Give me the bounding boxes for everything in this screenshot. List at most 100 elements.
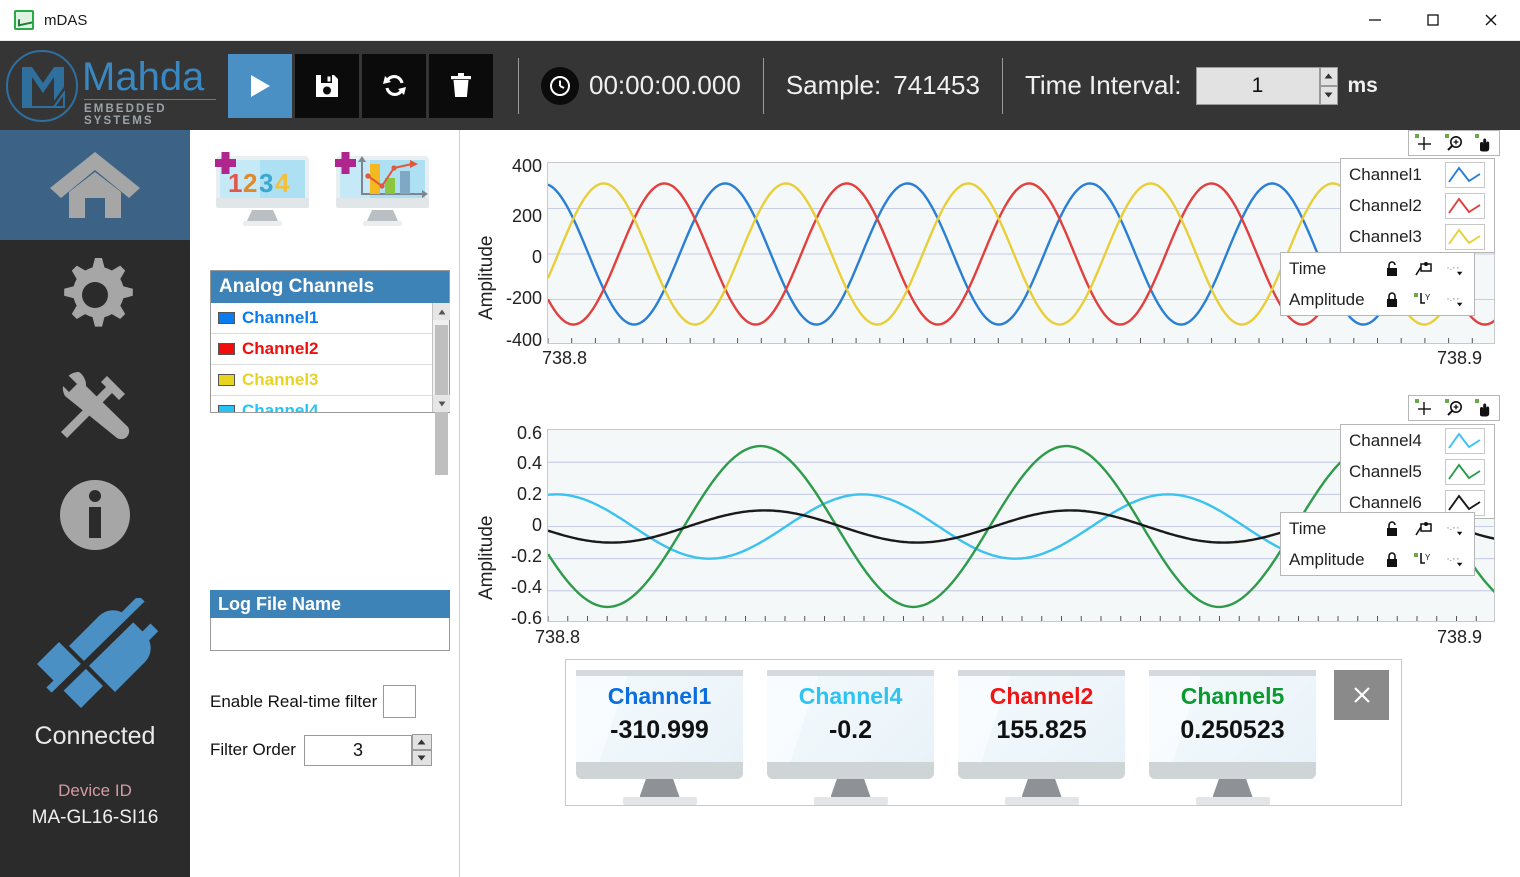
chart-top-legend[interactable]: Channel1 Channel2 Channel3 — [1340, 158, 1495, 253]
logo-m-icon — [22, 67, 65, 108]
svg-text:2: 2 — [243, 168, 257, 198]
legend-swatch — [1445, 161, 1485, 188]
add-numeric-display-button[interactable]: 1 2 3 4 — [210, 150, 315, 228]
unlock-icon[interactable] — [1383, 259, 1402, 279]
legend-row[interactable]: Channel4 — [1341, 425, 1494, 456]
play-button[interactable] — [228, 53, 292, 118]
pan-hand-icon[interactable] — [1473, 398, 1495, 418]
svg-text:Y: Y — [1425, 293, 1431, 302]
axis-row-amplitude[interactable]: Amplitude Y ٠.٠٠ — [1281, 284, 1474, 315]
info-icon — [60, 480, 130, 550]
channels-scroll-down-button[interactable] — [433, 395, 450, 412]
channel-color-swatch — [218, 312, 235, 324]
value-monitor-value: -310.999 — [610, 716, 709, 744]
value-monitor-foot — [813, 797, 888, 805]
refresh-button[interactable] — [362, 53, 426, 118]
value-monitor[interactable]: Channel5 0.250523 — [1149, 670, 1316, 805]
legend-row[interactable]: Channel1 — [1341, 159, 1494, 190]
filter-order-decrement-button[interactable] — [411, 750, 432, 766]
legend-row[interactable]: Channel3 — [1341, 221, 1494, 252]
time-interval-unit: ms — [1347, 73, 1378, 97]
time-interval-stepper[interactable]: 1 — [1195, 66, 1338, 105]
filter-order-spin-buttons — [411, 734, 432, 766]
channel-color-swatch — [218, 374, 235, 386]
delete-button[interactable] — [429, 53, 493, 118]
save-button[interactable] — [295, 53, 359, 118]
title-bar: mDAS — [0, 0, 1520, 41]
axis-label-amplitude: Amplitude — [1289, 289, 1365, 309]
chart-bottom-ytick-2: 0.2 — [516, 484, 542, 504]
crosshair-cursor-icon[interactable] — [1413, 133, 1435, 153]
sidebar-item-home[interactable] — [0, 130, 190, 240]
axis-label-time: Time — [1289, 258, 1327, 278]
value-monitor-value: -0.2 — [828, 716, 873, 744]
legend-swatch — [1445, 223, 1485, 250]
chart-bottom-legend[interactable]: Channel4 Channel5 Channel6 — [1340, 424, 1495, 519]
value-monitor[interactable]: Channel2 155.825 — [958, 670, 1125, 805]
sample-label: Sample: — [785, 70, 882, 100]
sidebar-item-settings[interactable] — [0, 240, 190, 350]
channels-scrollbar[interactable] — [432, 303, 450, 475]
log-file-header: Log File Name — [210, 590, 450, 618]
chart-bottom-xtick-left: 738.8 — [535, 627, 581, 647]
precision-icon[interactable]: ٠.٠٠ — [1446, 259, 1466, 279]
channel-list-item[interactable]: Channel3 — [211, 365, 432, 396]
chart-bottom-ytick-4: -0.2 — [510, 546, 542, 566]
value-monitor-screen: Channel1 -310.999 — [576, 670, 743, 762]
lock-icon[interactable] — [1383, 550, 1402, 570]
autoscale-icon[interactable] — [1414, 519, 1434, 539]
axis-row-amplitude[interactable]: Amplitude Y ٠.٠٠ — [1281, 544, 1474, 575]
channel-list-item[interactable]: Channel2 — [211, 334, 432, 365]
enable-realtime-filter-checkbox[interactable] — [383, 685, 417, 718]
toolbar-divider — [518, 57, 519, 114]
zoom-magnifier-icon[interactable] — [1443, 133, 1465, 153]
axis-label-amplitude: Amplitude — [1289, 549, 1365, 569]
autoscale-y-icon[interactable]: Y — [1414, 290, 1434, 310]
chevron-down-icon — [438, 401, 445, 406]
precision-icon[interactable]: ٠.٠٠ — [1446, 519, 1466, 539]
chevron-down-icon — [1324, 92, 1333, 98]
axis-row-time[interactable]: Time ٠.٠٠ — [1281, 253, 1474, 284]
filter-order-increment-button[interactable] — [411, 734, 432, 750]
time-interval-input[interactable]: 1 — [1195, 66, 1320, 105]
minimize-button[interactable] — [1346, 0, 1404, 41]
pan-hand-icon[interactable] — [1473, 133, 1495, 153]
value-monitor-bar: Channel1 -310.999 Channel4 -0.2 Channel2 155.… — [565, 659, 1402, 806]
legend-label: Channel2 — [1349, 195, 1422, 215]
value-monitor[interactable]: Channel1 -310.999 — [576, 670, 743, 805]
chart-top: Amplitude 400 200 0 -200 -400 738.8 738.… — [460, 130, 1520, 380]
close-value-monitors-button[interactable] — [1334, 670, 1389, 720]
legend-row[interactable]: Channel2 — [1341, 190, 1494, 221]
value-monitor[interactable]: Channel4 -0.2 — [767, 670, 934, 805]
add-chart-display-button[interactable] — [330, 150, 435, 228]
chart-bottom-ytick-3: 0 — [531, 515, 542, 535]
crosshair-cursor-icon[interactable] — [1413, 398, 1435, 418]
log-file-input[interactable] — [210, 618, 450, 651]
value-monitor-neck — [830, 779, 871, 797]
chart-top-axis-panel[interactable]: Time ٠.٠٠ Amplitude Y ٠.٠٠ — [1280, 252, 1475, 316]
chart-bottom-axis-panel[interactable]: Time ٠.٠٠ Amplitude Y ٠.٠٠ — [1280, 512, 1475, 576]
unlock-icon[interactable] — [1383, 519, 1402, 539]
channels-scroll-up-button[interactable] — [433, 303, 450, 320]
filter-order-input[interactable]: 3 — [303, 734, 412, 766]
legend-label: Channel1 — [1349, 164, 1422, 184]
autoscale-y-icon[interactable]: Y — [1414, 550, 1434, 570]
lock-icon[interactable] — [1383, 290, 1402, 310]
close-button[interactable] — [1462, 0, 1520, 41]
channel-list-item[interactable]: Channel1 — [211, 303, 432, 334]
precision-icon[interactable]: ٠.٠٠ — [1446, 550, 1466, 570]
precision-icon[interactable]: ٠.٠٠ — [1446, 290, 1466, 310]
time-interval-decrement-button[interactable] — [1319, 85, 1338, 105]
sidebar-item-info[interactable] — [0, 460, 190, 570]
autoscale-icon[interactable] — [1414, 259, 1434, 279]
zoom-magnifier-icon[interactable] — [1443, 398, 1465, 418]
maximize-button[interactable] — [1404, 0, 1462, 41]
axis-row-time[interactable]: Time ٠.٠٠ — [1281, 513, 1474, 544]
chevron-down-icon — [417, 755, 426, 761]
sidebar-item-tools[interactable] — [0, 350, 190, 460]
channel-list-item[interactable]: Channel4 — [211, 396, 432, 412]
time-interval-increment-button[interactable] — [1319, 66, 1338, 86]
legend-row[interactable]: Channel5 — [1341, 456, 1494, 487]
home-icon — [50, 152, 140, 218]
filter-order-label: Filter Order — [210, 740, 296, 759]
